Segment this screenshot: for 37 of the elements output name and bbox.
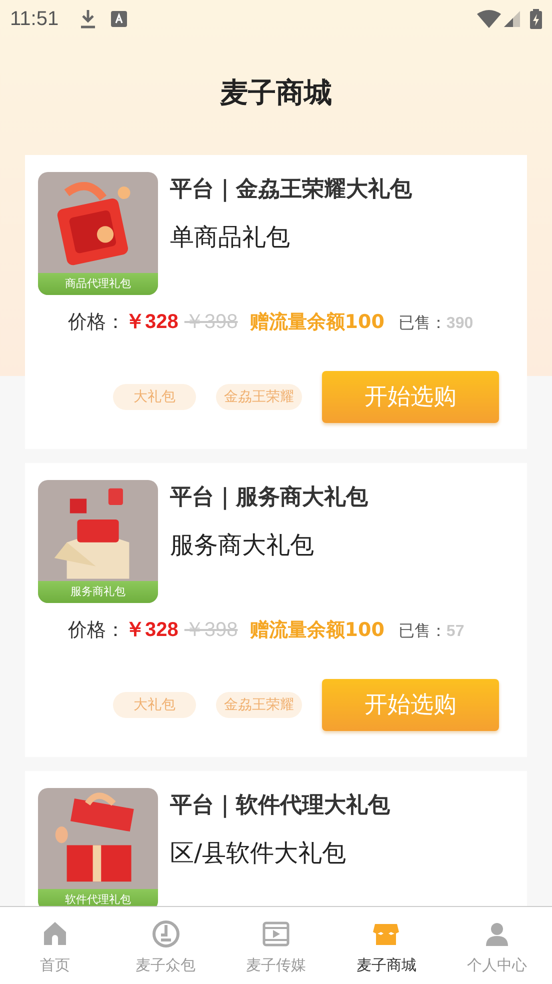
image-label: 商品代理礼包: [38, 273, 158, 295]
sold-label: 已售：: [398, 620, 446, 642]
image-label: 服务商礼包: [38, 581, 158, 603]
keyboard-icon: [110, 11, 127, 27]
product-tag: 金劦王荣耀: [216, 692, 302, 718]
sold-label: 已售：: [398, 312, 446, 334]
tab-item[interactable]: 首页: [0, 907, 110, 984]
clock-icon: [152, 920, 180, 948]
product-subtitle: 服务商大礼包: [170, 530, 315, 561]
tab-item[interactable]: 麦子众包: [110, 907, 221, 984]
tab-item[interactable]: 个人中心: [442, 907, 552, 984]
price: ￥328: [125, 618, 178, 643]
tab-item[interactable]: 麦子传媒: [220, 907, 332, 984]
product-title: 平台｜软件代理大礼包: [170, 792, 390, 820]
product-subtitle: 单商品礼包: [170, 222, 291, 253]
price-label: 价格：: [68, 310, 125, 335]
product-title: 平台｜金劦王荣耀大礼包: [170, 176, 412, 204]
tab-item[interactable]: 麦子商城: [331, 907, 442, 984]
buy-button[interactable]: 开始选购: [322, 679, 499, 731]
status-time: 11:51: [10, 7, 59, 32]
image-label: 软件代理礼包: [38, 889, 158, 906]
price: ￥328: [125, 310, 178, 335]
product-tag: 大礼包: [113, 384, 196, 410]
signal-icon: [504, 11, 520, 27]
product-tag: 金劦王荣耀: [216, 384, 302, 410]
product-subtitle: 区/县软件大礼包: [170, 838, 348, 869]
product-title: 平台｜服务商大礼包: [170, 484, 368, 512]
download-icon: [78, 9, 97, 29]
video-icon: [262, 920, 290, 948]
product-tag: 大礼包: [113, 692, 196, 718]
bonus-text: 赠流量余额100: [250, 310, 384, 335]
bonus-text: 赠流量余额100: [250, 618, 384, 643]
page-title: 麦子商城: [220, 75, 332, 111]
battery-icon: [530, 9, 542, 29]
wifi-icon: [477, 10, 501, 28]
price-label: 价格：: [68, 618, 125, 643]
buy-button[interactable]: 开始选购: [322, 371, 499, 423]
